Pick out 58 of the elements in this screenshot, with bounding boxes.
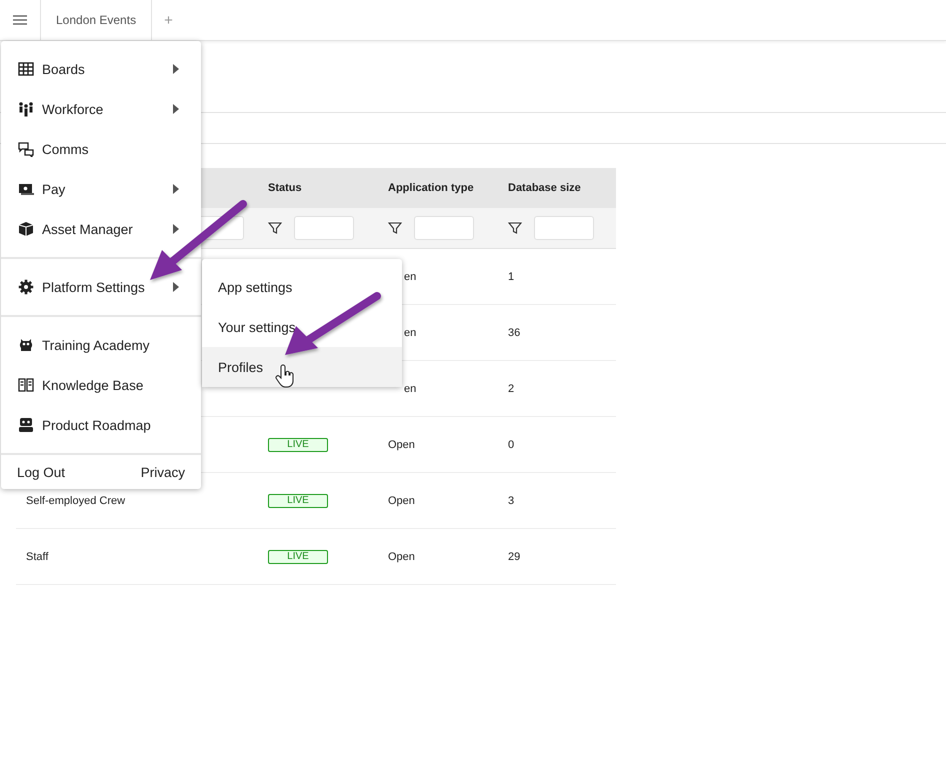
- caret-icon: [173, 64, 179, 74]
- table-cell: 2: [508, 382, 514, 394]
- menu-item[interactable]: Platform Settings: [1, 267, 201, 307]
- menu-item[interactable]: Product Roadmap: [1, 405, 201, 445]
- menu-item[interactable]: Knowledge Base: [1, 365, 201, 405]
- menu-link[interactable]: Log Out: [17, 464, 66, 480]
- menu-item[interactable]: Comms: [1, 129, 201, 169]
- menu-item[interactable]: Workforce: [1, 89, 201, 129]
- table-cell: en: [404, 326, 416, 338]
- table-cell: Open: [388, 438, 415, 450]
- caret-icon: [173, 224, 179, 234]
- filter-icon[interactable]: [388, 221, 402, 235]
- table-cell: 3: [508, 494, 514, 506]
- menu-item[interactable]: Pay: [1, 169, 201, 209]
- box-icon: [18, 221, 34, 237]
- caret-icon: [173, 282, 179, 292]
- menu-button[interactable]: [0, 0, 41, 40]
- table-cell: 29: [508, 550, 520, 562]
- filter-icon[interactable]: [268, 221, 282, 235]
- menu-item[interactable]: Asset Manager: [1, 209, 201, 249]
- table-cell: 1: [508, 270, 514, 282]
- caret-icon: [173, 104, 179, 114]
- table-cell: Staff: [26, 550, 48, 562]
- status-badge: LIVE: [268, 438, 328, 452]
- chat-bubbles-icon: [18, 141, 34, 157]
- settings-icon: [18, 279, 34, 295]
- robot-icon: [18, 417, 34, 433]
- table-cell: 0: [508, 438, 514, 450]
- people-icon: [18, 101, 34, 117]
- filter-field[interactable]: [414, 216, 474, 240]
- table-cell: Open: [388, 494, 415, 506]
- menu-item[interactable]: Boards: [1, 49, 201, 89]
- menu-item[interactable]: Training Academy: [1, 325, 201, 365]
- menu-link[interactable]: Privacy: [140, 464, 185, 480]
- status-badge: LIVE: [268, 550, 328, 564]
- grid-icon: [18, 61, 34, 77]
- hand-cursor-icon: [275, 364, 294, 388]
- filter-icon[interactable]: [508, 221, 522, 235]
- table-cell: 36: [508, 326, 520, 338]
- filter-field[interactable]: [534, 216, 594, 240]
- book-icon: [18, 377, 34, 393]
- screen-icon: [18, 181, 34, 197]
- menu-icon: [13, 15, 27, 25]
- owl-icon: [18, 337, 34, 353]
- submenu-item[interactable]: Your settings: [202, 307, 402, 347]
- table-cell: Open: [388, 550, 415, 562]
- table-cell: Self-employed Crew: [26, 494, 126, 506]
- submenu-item[interactable]: Profiles: [202, 347, 402, 387]
- caret-icon: [173, 184, 179, 194]
- status-badge: LIVE: [268, 494, 328, 508]
- table-cell: en: [404, 270, 416, 282]
- table-cell: en: [404, 382, 416, 394]
- column-header[interactable]: Status: [268, 182, 302, 194]
- tab[interactable]: London Events: [41, 0, 152, 40]
- filter-field[interactable]: [294, 216, 354, 240]
- column-header[interactable]: Application type: [388, 182, 474, 194]
- submenu-item[interactable]: App settings: [202, 267, 402, 307]
- column-header[interactable]: Database size: [508, 182, 581, 194]
